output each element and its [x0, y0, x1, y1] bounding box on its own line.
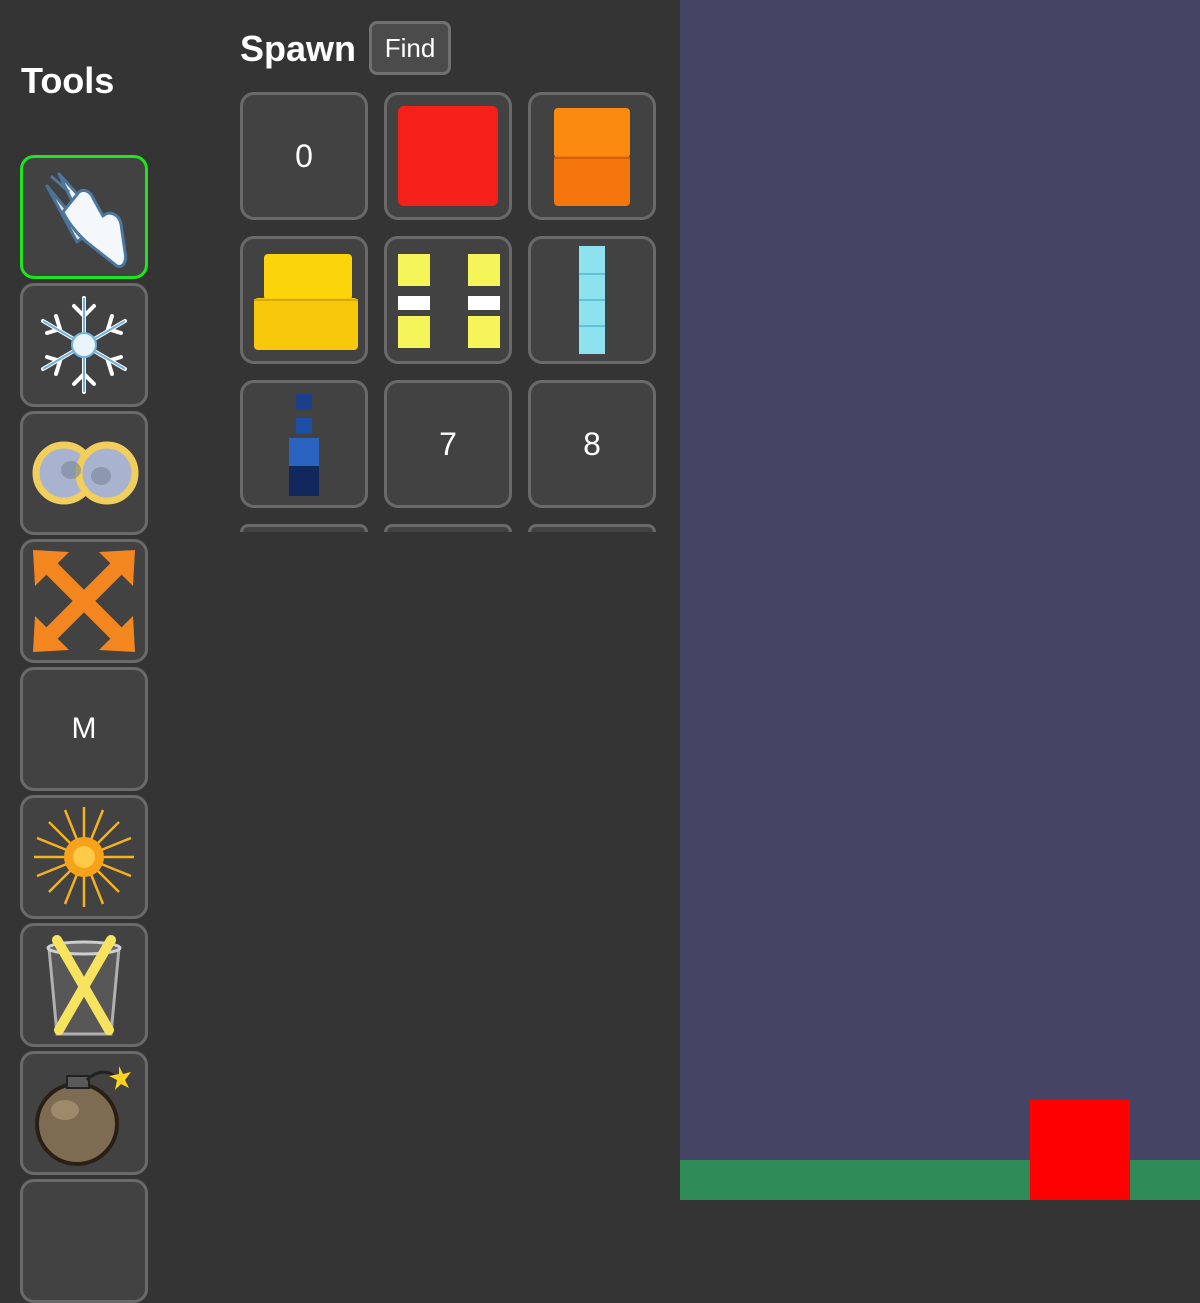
link-tool-button[interactable] [20, 411, 148, 535]
m-tool-button[interactable]: M [20, 667, 148, 791]
trash-x-icon [46, 935, 122, 1036]
bomb-tool-button[interactable] [20, 1051, 148, 1175]
freeze-tool-button[interactable] [20, 283, 148, 407]
spawn-item-label: 7 [439, 425, 457, 462]
blue-tower-icon [289, 394, 319, 496]
expand-arrows-icon [33, 550, 135, 652]
find-button[interactable]: Find [369, 21, 451, 75]
orange-stack-icon [554, 108, 630, 206]
bomb-icon [35, 1066, 131, 1166]
spawn-item-2[interactable] [528, 92, 656, 220]
delete-tool-button[interactable] [20, 923, 148, 1047]
burst-icon [34, 807, 134, 907]
spawn-item-partial[interactable] [528, 524, 656, 532]
spawn-item-8[interactable]: 8 [528, 380, 656, 508]
infinity-rings-icon [32, 441, 139, 505]
tools-spawn-panel: Tools Spawn Find M 0 7 8 [0, 0, 680, 1303]
snowflake-icon [41, 296, 127, 394]
yellow-pair-icon [398, 254, 500, 348]
spawn-item-6[interactable] [240, 380, 368, 508]
burst-tool-button[interactable] [20, 795, 148, 919]
red-block[interactable] [1030, 1100, 1130, 1200]
yellow-stack-icon [254, 254, 358, 350]
red-block-icon [398, 106, 498, 206]
tool-button-partial[interactable] [20, 1179, 148, 1303]
spawn-item-label: 8 [583, 425, 601, 462]
hand-tool-button[interactable] [20, 155, 148, 279]
spawn-item-partial[interactable] [240, 524, 368, 532]
resize-tool-button[interactable] [20, 539, 148, 663]
game-world-view[interactable] [680, 0, 1200, 1200]
spawn-item-partial[interactable] [384, 524, 512, 532]
m-tool-label: M [71, 712, 97, 745]
spawn-item-0[interactable]: 0 [240, 92, 368, 220]
cyan-column-icon [579, 246, 605, 354]
spawn-item-3[interactable] [240, 236, 368, 364]
spawn-item-7[interactable]: 7 [384, 380, 512, 508]
spawn-item-5[interactable] [528, 236, 656, 364]
spawn-title: Spawn [240, 28, 357, 69]
spawn-item-1[interactable] [384, 92, 512, 220]
spawn-item-4[interactable] [384, 236, 512, 364]
tools-title: Tools [21, 60, 115, 101]
spawn-item-label: 0 [295, 137, 313, 174]
hand-icon [45, 172, 127, 268]
